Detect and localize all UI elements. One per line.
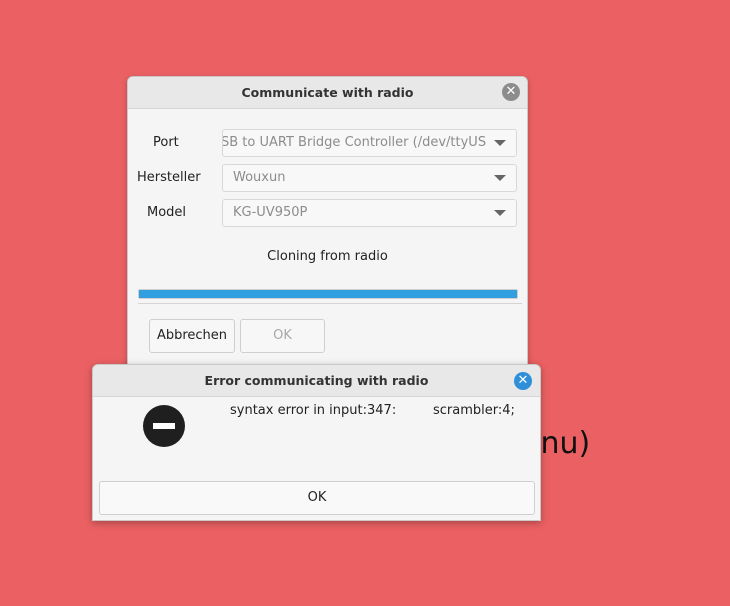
vendor-label: Hersteller: [137, 170, 201, 185]
error-dialog-title: Error communicating with radio: [204, 373, 429, 388]
error-dialog: Error communicating with radio ✕ syntax …: [92, 364, 541, 521]
communicate-dialog-title: Communicate with radio: [241, 85, 414, 100]
close-icon[interactable]: ✕: [502, 83, 520, 101]
model-value: KG-UV950P: [233, 205, 308, 220]
chevron-down-icon: [494, 140, 506, 146]
error-icon: [143, 405, 185, 447]
vendor-value: Wouxun: [233, 170, 286, 185]
error-message-part2: scrambler:4;: [433, 403, 515, 418]
close-icon[interactable]: ✕: [514, 372, 532, 390]
communicate-dialog: Communicate with radio ✕ Port SB to UART…: [127, 76, 528, 378]
progress-fill: [139, 290, 517, 298]
error-dialog-titlebar[interactable]: Error communicating with radio ✕: [93, 365, 540, 397]
chevron-down-icon: [494, 175, 506, 181]
model-row: Model KG-UV950P: [128, 199, 527, 227]
divider: [138, 303, 522, 304]
cancel-button[interactable]: Abbrechen: [149, 319, 235, 353]
model-label: Model: [147, 205, 187, 220]
vendor-combo[interactable]: Wouxun: [222, 164, 517, 192]
clone-progress-bar: [138, 289, 518, 299]
model-combo[interactable]: KG-UV950P: [222, 199, 517, 227]
port-row: Port SB to UART Bridge Controller (/dev/…: [128, 129, 527, 157]
error-message-part1: syntax error in input:347:: [230, 403, 397, 418]
port-combo[interactable]: SB to UART Bridge Controller (/dev/ttyUS…: [222, 129, 517, 157]
error-ok-button[interactable]: OK: [99, 481, 535, 515]
ok-button-disabled[interactable]: OK: [240, 319, 325, 353]
communicate-dialog-titlebar[interactable]: Communicate with radio ✕: [128, 77, 527, 109]
status-text: Cloning from radio: [267, 249, 388, 264]
port-value: SB to UART Bridge Controller (/dev/ttyUS…: [222, 135, 509, 150]
chevron-down-icon: [494, 210, 506, 216]
vendor-row: Hersteller Wouxun: [128, 164, 527, 192]
port-label: Port: [153, 135, 179, 150]
